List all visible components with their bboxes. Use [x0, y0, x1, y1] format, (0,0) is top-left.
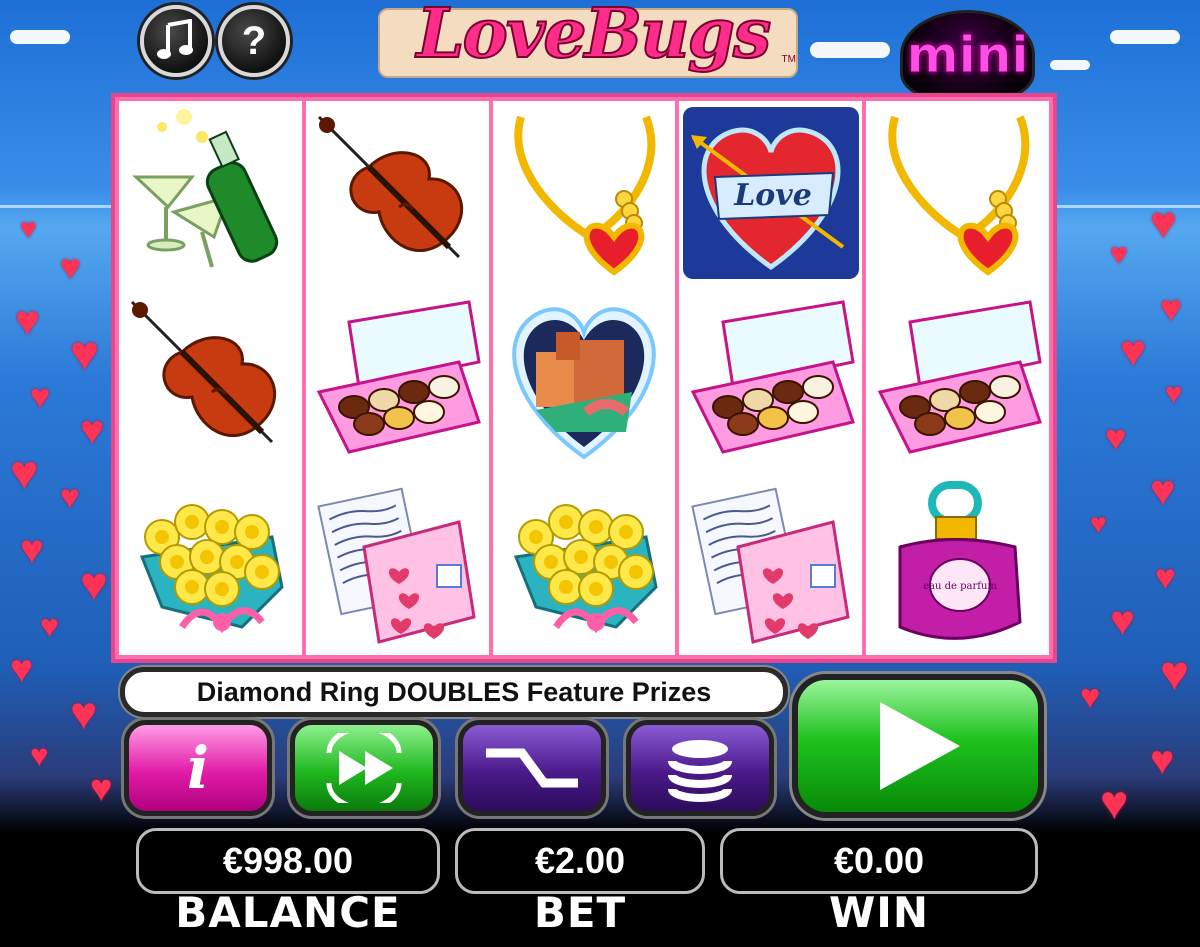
perfume-label-text: eau de parfum — [923, 581, 997, 592]
spin-button[interactable] — [792, 674, 1044, 818]
love-letter-symbol — [306, 470, 489, 655]
reel-grid: Love eau de parfum — [111, 93, 1057, 663]
cloud — [1110, 30, 1180, 44]
background-heart: ♥ — [1110, 238, 1128, 271]
background-heart: ♥ — [1120, 327, 1147, 376]
background-heart: ♥ — [70, 327, 100, 381]
chocolate-box-symbol — [679, 286, 862, 471]
champagne-symbol — [119, 101, 302, 286]
game-stage: ♥ ♥ ♥ ♥ ♥ ♥ ♥ ♥ ♥ ♥ ♥ ♥ ♥ ♥ ♥ ♥ ♥ ♥ ♥ ♥ ♥ ♥ ♥ ♥ ♥ ♥ ♥ ♥ ♥ ? LoveBugs… — [0, 0, 1200, 947]
love-banner-text: Love — [733, 178, 812, 213]
perfume-bottle-symbol: eau de parfum — [866, 470, 1049, 655]
background-heart: ♥ — [30, 378, 51, 416]
mini-label: mini — [906, 26, 1029, 85]
autoplay-button[interactable] — [290, 720, 438, 816]
trademark: TM — [781, 54, 796, 65]
lines-button[interactable] — [458, 720, 606, 816]
message-bar: Diamond Ring DOUBLES Feature Prizes — [120, 667, 788, 717]
music-note-icon — [157, 19, 193, 59]
violin-symbol — [119, 286, 302, 471]
help-label: ? — [241, 18, 267, 63]
balance-label: BALANCE — [175, 888, 401, 937]
reel-5: eau de parfum — [866, 101, 1049, 655]
background-heart: ♥ — [1155, 558, 1176, 597]
background-heart: ♥ — [30, 738, 49, 773]
venice-heart-symbol — [493, 286, 676, 471]
background-heart: ♥ — [60, 248, 81, 287]
fast-forward-icon — [326, 733, 402, 803]
background-heart: ♥ — [20, 213, 37, 244]
balance-meter: €998.00 — [136, 828, 440, 894]
yellow-roses-symbol — [493, 470, 676, 655]
coin-stack-icon — [668, 740, 732, 802]
play-icon — [880, 702, 960, 790]
background-heart: ♥ — [70, 687, 98, 739]
reel-2 — [305, 101, 489, 655]
background-heart: ♥ — [20, 528, 44, 572]
win-meter: €0.00 — [720, 828, 1038, 894]
coin-value-button[interactable] — [626, 720, 774, 816]
background-heart: ♥ — [1150, 197, 1177, 248]
background-heart: ♥ — [80, 407, 105, 453]
heart-necklace-symbol — [493, 101, 676, 286]
background-heart: ♥ — [60, 478, 80, 515]
reel-4: Love — [679, 101, 863, 655]
background-heart: ♥ — [1160, 647, 1190, 701]
heart-necklace-symbol — [866, 101, 1049, 286]
background-heart: ♥ — [40, 608, 59, 644]
background-heart: ♥ — [15, 297, 40, 344]
background-heart: ♥ — [1105, 417, 1127, 458]
bet-meter[interactable]: €2.00 — [455, 828, 705, 894]
help-button[interactable]: ? — [218, 5, 290, 77]
background-heart: ♥ — [80, 557, 108, 610]
game-logo: LoveBugs TM — [378, 0, 798, 95]
violin-symbol — [306, 101, 489, 286]
cloud — [810, 42, 890, 58]
cloud — [1050, 60, 1090, 70]
yellow-roses-symbol — [119, 470, 302, 655]
background-heart: ♥ — [90, 768, 113, 810]
cloud — [10, 30, 70, 44]
background-heart: ♥ — [1110, 597, 1135, 644]
chocolate-box-symbol — [866, 286, 1049, 471]
background-heart: ♥ — [1100, 777, 1129, 830]
background-heart: ♥ — [1160, 288, 1182, 329]
logo-title: LoveBugs — [416, 0, 773, 75]
background-heart: ♥ — [1080, 678, 1101, 716]
background-heart: ♥ — [1150, 467, 1176, 515]
lines-icon — [486, 748, 578, 788]
background-heart: ♥ — [10, 648, 34, 691]
info-icon: i — [186, 734, 210, 802]
bet-label: BET — [533, 888, 627, 937]
win-label: WIN — [828, 888, 930, 937]
background-heart: ♥ — [1165, 378, 1183, 410]
reel-3 — [492, 101, 676, 655]
love-letter-symbol — [679, 470, 862, 655]
background-heart: ♥ — [10, 447, 39, 500]
reel-1 — [119, 101, 302, 655]
chocolate-box-symbol — [306, 286, 489, 471]
info-button[interactable]: i — [124, 720, 272, 816]
background-heart: ♥ — [1150, 737, 1175, 783]
mini-badge: mini — [900, 10, 1035, 100]
love-heart-wild-symbol: Love — [679, 101, 862, 286]
background-heart: ♥ — [1090, 508, 1107, 539]
music-toggle-button[interactable] — [140, 5, 212, 77]
